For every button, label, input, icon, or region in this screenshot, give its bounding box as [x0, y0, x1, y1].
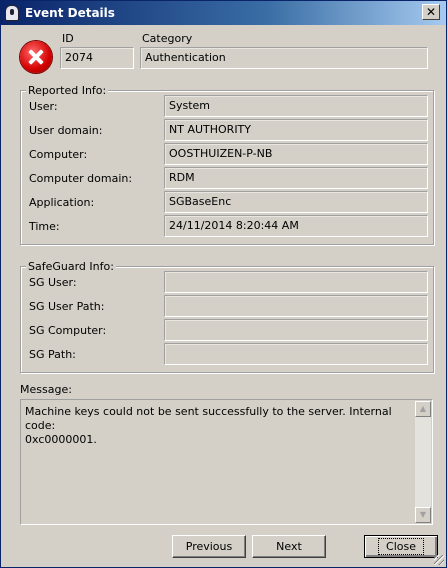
- message-text: Machine keys could not be sent successfu…: [25, 405, 392, 446]
- message-scrollbar[interactable]: ▲ ▼: [415, 401, 431, 523]
- category-field: Authentication: [140, 47, 428, 69]
- next-button[interactable]: Next: [252, 535, 326, 558]
- application-field: SGBaseEnc: [164, 191, 428, 213]
- id-label: ID: [62, 32, 74, 45]
- category-label: Category: [142, 32, 193, 45]
- sg-user-field: [164, 271, 428, 293]
- sg-path-field: [164, 343, 428, 365]
- resize-grip[interactable]: [434, 555, 444, 565]
- window-title: Event Details: [25, 6, 115, 20]
- user-domain-field: NT AUTHORITY: [164, 119, 428, 141]
- sg-user-path-field: [164, 295, 428, 317]
- message-label: Message:: [20, 383, 72, 396]
- user-field: System: [164, 95, 428, 117]
- previous-button[interactable]: Previous: [172, 535, 246, 558]
- time-label: Time:: [29, 220, 60, 233]
- computer-domain-label: Computer domain:: [29, 172, 133, 185]
- user-label: User:: [29, 100, 58, 113]
- event-details-dialog: Event Details ✕ ID 2074 Category Authent…: [0, 0, 447, 568]
- user-domain-label: User domain:: [29, 124, 103, 137]
- safeguard-info-legend: SafeGuard Info:: [26, 260, 116, 273]
- sg-computer-label: SG Computer:: [29, 324, 107, 337]
- error-icon: [20, 41, 52, 73]
- close-button-label: Close: [378, 538, 424, 555]
- application-label: Application:: [29, 196, 95, 209]
- close-button[interactable]: Close: [364, 535, 438, 558]
- close-icon[interactable]: ✕: [422, 4, 440, 20]
- computer-field: OOSTHUIZEN-P-NB: [164, 143, 428, 165]
- title-bar[interactable]: Event Details ✕: [1, 1, 446, 25]
- message-box[interactable]: Machine keys could not be sent successfu…: [20, 399, 433, 525]
- sg-user-path-label: SG User Path:: [29, 300, 105, 313]
- computer-label: Computer:: [29, 148, 88, 161]
- computer-domain-field: RDM: [164, 167, 428, 189]
- id-field: 2074: [60, 47, 134, 69]
- sg-user-label: SG User:: [29, 276, 77, 289]
- sg-computer-field: [164, 319, 428, 341]
- scroll-down-icon[interactable]: ▼: [415, 507, 431, 523]
- time-field: 24/11/2014 8:20:44 AM: [164, 215, 428, 237]
- scroll-up-icon[interactable]: ▲: [415, 401, 431, 417]
- reported-info-legend: Reported Info:: [26, 84, 109, 97]
- sg-path-label: SG Path:: [29, 348, 76, 361]
- shield-lock-icon: [5, 5, 19, 21]
